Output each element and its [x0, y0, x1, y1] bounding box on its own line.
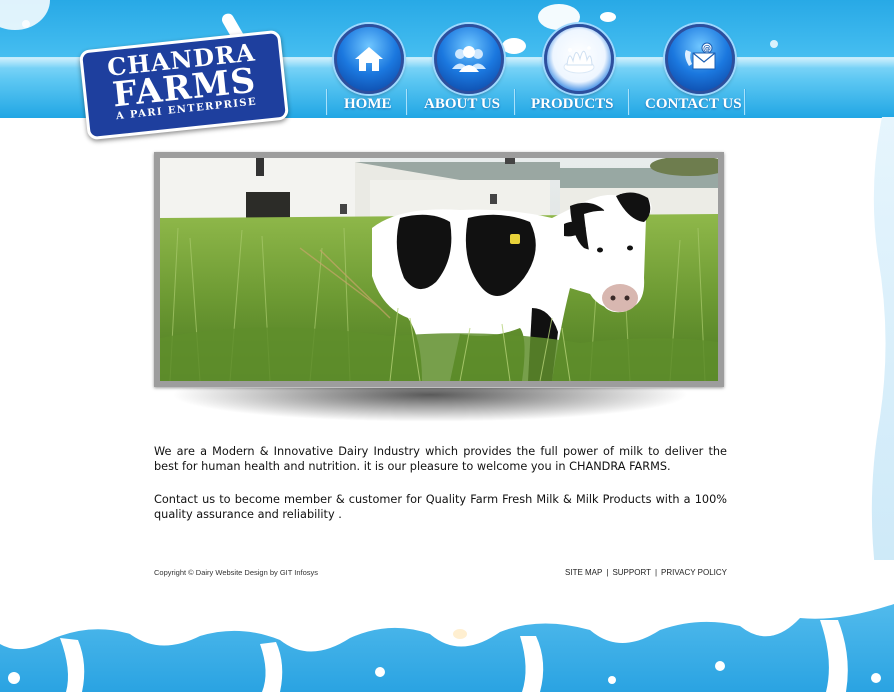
cow-in-field-photo: [160, 158, 718, 381]
nav-separator: [406, 89, 407, 115]
milk-splash-footer-art: [0, 560, 894, 692]
milk-splash-icon[interactable]: [544, 24, 614, 94]
svg-text:@: @: [703, 44, 711, 53]
milk-wave-decor: [871, 117, 894, 577]
milk-splash-decor: [600, 12, 616, 22]
support-link[interactable]: SUPPORT: [612, 568, 651, 577]
nav-item-about-us[interactable]: ABOUT US: [424, 24, 514, 117]
nav-separator: [326, 89, 327, 115]
privacy-policy-link[interactable]: PRIVACY POLICY: [661, 568, 727, 577]
nav-item-home[interactable]: HOME: [334, 24, 404, 117]
nav-separator: [514, 89, 515, 115]
hero-image-shadow: [170, 388, 690, 422]
nav-item-contact-us[interactable]: @ CONTACT US: [645, 24, 745, 117]
email-phone-icon[interactable]: @: [665, 24, 735, 94]
milk-drop-decor: [770, 40, 778, 48]
hero-image-frame: [154, 152, 724, 387]
nav-item-products[interactable]: PRODUCTS: [530, 24, 626, 117]
home-icon[interactable]: [334, 24, 404, 94]
copyright-text: Copyright © Dairy Website Design by GIT …: [154, 568, 319, 577]
footer-links: SITE MAP | SUPPORT | PRIVACY POLICY: [565, 568, 727, 577]
footer-separator: |: [654, 568, 658, 577]
contact-paragraph: Contact us to become member & customer f…: [154, 493, 727, 521]
nav-separator: [744, 89, 745, 115]
milk-drop-decor: [22, 20, 30, 28]
nav-label-products[interactable]: PRODUCTS: [531, 96, 614, 113]
footer-separator: |: [606, 568, 609, 577]
people-icon[interactable]: [434, 24, 504, 94]
nav-label-about-us[interactable]: ABOUT US: [424, 96, 500, 113]
site-map-link[interactable]: SITE MAP: [565, 568, 602, 577]
nav-label-contact-us[interactable]: CONTACT US: [645, 96, 742, 113]
nav-label-home[interactable]: HOME: [344, 96, 392, 113]
nav-separator: [628, 89, 629, 115]
intro-paragraph: We are a Modern & Innovative Dairy Indus…: [154, 445, 727, 473]
